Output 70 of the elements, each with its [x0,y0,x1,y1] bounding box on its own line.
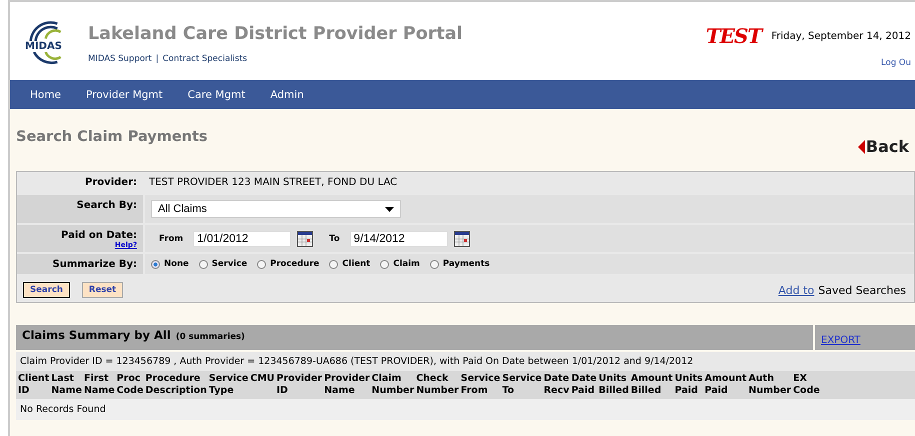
column-header: Procedure Description [145,373,207,397]
column-header: Proc Code [116,373,144,397]
column-header: Provider ID [276,373,322,397]
radio-label[interactable]: Claim [393,259,420,269]
column-header: Client ID [18,373,50,397]
radio-button[interactable] [151,260,160,268]
radio-button[interactable] [380,260,390,268]
column-header: Date Paid [571,373,597,397]
export-link[interactable]: EXPORT [821,335,860,346]
column-header: First Name [84,373,115,397]
column-header: EX Code [793,373,820,397]
column-header: Units Billed [598,373,629,397]
radio-button[interactable] [198,260,208,268]
column-header: CMU [250,373,275,386]
logo-text: MIDAS [24,41,63,52]
search-by-dropdown[interactable]: All Claims [151,200,401,218]
calendar-icon[interactable] [297,230,314,246]
nav-item[interactable]: Admin [270,88,304,100]
radio-label[interactable]: Service [212,259,248,269]
radio-label[interactable]: Payments [442,259,490,269]
radio-label[interactable]: None [164,259,189,269]
search-button[interactable]: Search [23,282,70,298]
back-arrow-icon [858,140,865,154]
column-header: Amount Billed [630,373,673,397]
column-header: Last Name [51,373,82,397]
page-title: Search Claim Payments [16,129,208,145]
radio-button[interactable] [430,260,439,268]
column-header: Units Paid [674,373,703,397]
field-label: Search By: [17,195,143,223]
add-to-link[interactable]: Add to [778,284,814,296]
test-label: TEST [706,24,762,48]
logout-link[interactable]: Log Ou [881,58,911,68]
column-header: Check Number [416,373,459,397]
to-date-field[interactable]: 9/14/2012 [350,230,448,246]
column-header: Service Type [208,373,248,397]
back-link[interactable]: Back [858,137,909,156]
from-label: From [159,234,184,244]
reset-button[interactable]: Reset [82,282,124,298]
column-header: Service To [502,373,542,397]
radio-label[interactable]: Client [342,259,370,269]
radio-button[interactable] [329,260,338,268]
provider-value: TEST PROVIDER 123 MAIN STREET, FOND DU LAC [148,176,398,190]
radio-button[interactable] [257,260,266,268]
field-label: Provider: [84,176,138,190]
column-header: Auth Number [748,373,792,397]
calendar-icon[interactable] [454,230,470,246]
radio-label[interactable]: Procedure [270,259,320,269]
portal-title: Lakeland Care District Provider Portal [88,24,463,44]
column-header: Claim Number [372,373,414,397]
empty-message: No Records Found [16,398,915,420]
specialists-link[interactable]: Contract Specialists [162,54,248,64]
caret-icon [385,206,394,212]
field-label: Summarize By: [17,254,143,274]
support-link[interactable]: MIDAS Support [88,54,152,64]
nav-item[interactable]: Provider Mgmt [86,88,163,100]
column-header: Date Recv [544,373,570,397]
criteria-text: Claim Provider ID = 123456789 , Auth Provider = 123456789-UA686 (TEST PROVIDER), with Paid On Date between 1/01/2012 and 9/14/2012 [16,352,915,371]
saved-searches-text: Saved Searches [818,284,906,296]
from-date-field[interactable]: 1/01/2012 [193,230,292,246]
link-separator: | [156,54,159,64]
field-label: Paid on Date: [61,230,137,241]
summary-title: Claims Summary by All [22,328,171,342]
summary-count: (0 summaries) [176,332,245,342]
current-date: Friday, September 14, 2012 [771,30,911,42]
to-label: To [329,234,340,244]
column-header: Amount Paid [704,373,747,397]
nav-item[interactable]: Home [30,88,62,100]
nav-item[interactable]: Care Mgmt [188,88,246,100]
column-header: Service From [460,373,500,397]
column-header: Provider Name [324,373,370,397]
